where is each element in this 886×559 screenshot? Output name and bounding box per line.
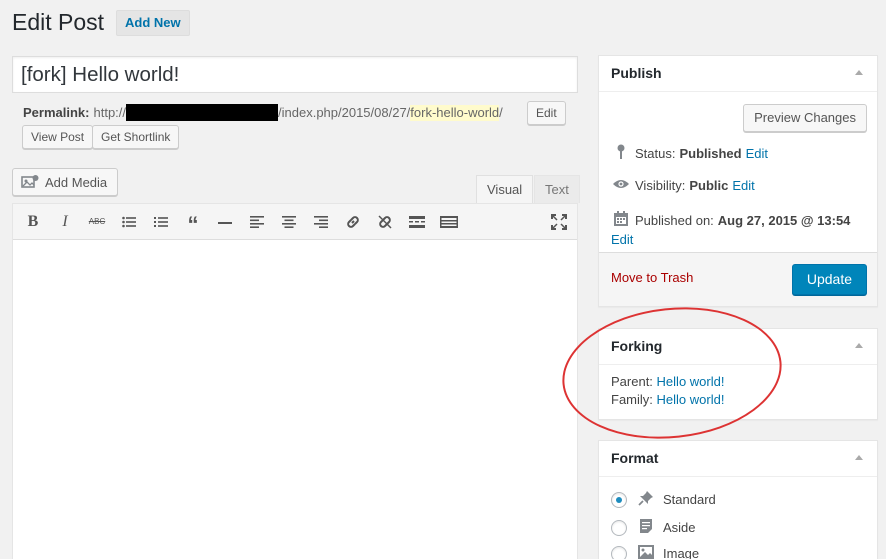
publish-header[interactable]: Publish bbox=[599, 56, 877, 92]
pushpin-icon bbox=[637, 490, 655, 509]
page-title: Edit Post bbox=[12, 9, 105, 35]
fullscreen-icon[interactable] bbox=[549, 212, 569, 232]
remove-link-icon[interactable] bbox=[375, 212, 395, 232]
format-label-aside: Aside bbox=[663, 520, 696, 535]
add-media-label: Add Media bbox=[45, 174, 108, 190]
insert-link-icon[interactable] bbox=[343, 212, 363, 232]
blockquote-icon[interactable]: “ bbox=[183, 212, 203, 237]
permalink-path: /index.php/2015/08/27/ bbox=[278, 104, 411, 120]
aside-icon bbox=[637, 518, 655, 537]
read-more-icon[interactable] bbox=[407, 212, 427, 232]
status-label: Status: bbox=[635, 146, 676, 161]
visibility-edit-link[interactable]: Edit bbox=[732, 178, 754, 193]
get-shortlink-button[interactable]: Get Shortlink bbox=[92, 125, 180, 149]
permalink-prefix: http:// bbox=[93, 104, 127, 120]
format-box: Format Standard Aside Image bbox=[598, 440, 878, 559]
permalink-edit-button[interactable]: Edit bbox=[527, 101, 566, 125]
visibility-label: Visibility: bbox=[635, 178, 686, 193]
status-row: Status: Published Edit bbox=[611, 144, 768, 163]
format-header[interactable]: Format bbox=[599, 441, 877, 477]
editor-toolbar: B I ABC “ bbox=[13, 204, 577, 240]
align-right-icon[interactable] bbox=[311, 212, 331, 232]
post-editor: B I ABC “ bbox=[12, 203, 578, 559]
align-center-icon[interactable] bbox=[279, 212, 299, 232]
status-edit-link[interactable]: Edit bbox=[746, 146, 768, 161]
permalink-suffix: / bbox=[499, 104, 503, 120]
published-value: Aug 27, 2015 @ 13:54 bbox=[717, 213, 851, 228]
add-media-button[interactable]: Add Media bbox=[12, 168, 119, 196]
publish-actions: Move to Trash Update bbox=[599, 252, 877, 306]
published-label: Published on: bbox=[635, 213, 714, 228]
move-to-trash-link[interactable]: Move to Trash bbox=[611, 270, 693, 285]
published-edit-row: Edit bbox=[611, 232, 633, 247]
format-option-aside[interactable]: Aside bbox=[611, 518, 696, 537]
eye-icon bbox=[611, 178, 631, 193]
format-title: Format bbox=[611, 450, 659, 466]
toolbar-toggle-icon[interactable] bbox=[439, 212, 459, 232]
add-new-button[interactable]: Add New bbox=[116, 10, 190, 36]
permalink-label: Permalink: bbox=[23, 104, 90, 120]
format-label-standard: Standard bbox=[663, 492, 716, 507]
published-edit-link[interactable]: Edit bbox=[611, 232, 633, 247]
status-value: Published bbox=[679, 146, 742, 161]
permalink: Permalink: http:// /index.php/2015/08/27… bbox=[23, 104, 503, 121]
radio-image[interactable] bbox=[611, 545, 627, 559]
format-option-image[interactable]: Image bbox=[611, 545, 699, 559]
collapse-arrow-icon[interactable] bbox=[855, 343, 863, 348]
pin-icon bbox=[611, 144, 631, 163]
radio-standard[interactable] bbox=[611, 491, 627, 508]
redacted-domain bbox=[126, 104, 279, 121]
format-option-standard[interactable]: Standard bbox=[611, 490, 716, 509]
post-title-input[interactable]: [fork] Hello world! bbox=[12, 56, 578, 93]
publish-title: Publish bbox=[611, 65, 662, 81]
image-icon bbox=[637, 545, 655, 559]
view-post-button[interactable]: View Post bbox=[22, 125, 94, 149]
tab-text[interactable]: Text bbox=[534, 175, 580, 203]
add-media-icon bbox=[21, 175, 39, 188]
numbered-list-icon[interactable] bbox=[151, 212, 171, 232]
visibility-value: Public bbox=[689, 178, 729, 193]
strikethrough-icon[interactable]: ABC bbox=[87, 212, 107, 232]
horizontal-rule-icon[interactable] bbox=[215, 212, 235, 232]
editor-content[interactable] bbox=[13, 240, 577, 559]
align-left-icon[interactable] bbox=[247, 212, 267, 232]
bullet-list-icon[interactable] bbox=[119, 212, 139, 232]
permalink-slug[interactable]: fork-hello-world bbox=[410, 104, 500, 121]
format-label-image: Image bbox=[663, 546, 700, 559]
radio-aside[interactable] bbox=[611, 519, 627, 536]
calendar-icon bbox=[611, 211, 631, 230]
preview-changes-button[interactable]: Preview Changes bbox=[743, 104, 867, 132]
visibility-row: Visibility: Public Edit bbox=[611, 178, 755, 193]
publish-box: Publish Preview Changes Status: Publishe… bbox=[598, 55, 878, 307]
annotation-circle bbox=[555, 296, 789, 450]
update-button[interactable]: Update bbox=[791, 264, 867, 295]
collapse-arrow-icon[interactable] bbox=[855, 70, 863, 75]
bold-icon[interactable]: B bbox=[23, 212, 43, 232]
italic-icon[interactable]: I bbox=[55, 212, 75, 232]
tab-visual[interactable]: Visual bbox=[476, 175, 534, 203]
published-on-row: Published on: Aug 27, 2015 @ 13:54 bbox=[611, 211, 854, 230]
collapse-arrow-icon[interactable] bbox=[855, 455, 863, 460]
